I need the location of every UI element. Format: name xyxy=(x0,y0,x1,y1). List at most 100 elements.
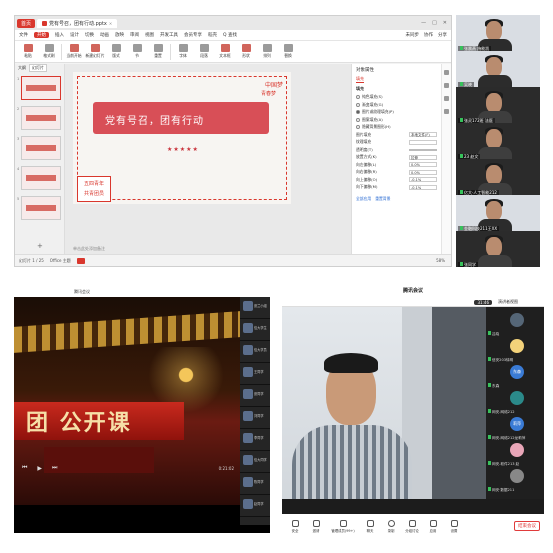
new-slide-button[interactable]: 新建幻灯片 xyxy=(86,44,105,59)
security-button[interactable]: 安全 xyxy=(286,519,304,533)
participant-list-item[interactable]: 李同学 xyxy=(240,429,270,451)
select-icon[interactable] xyxy=(444,70,449,75)
menu-view[interactable]: 视图 xyxy=(145,32,154,38)
participant-item[interactable]: 东森 东森 xyxy=(488,363,542,389)
participant-tile[interactable]: 吴晓 xyxy=(456,51,540,91)
slide-thumbnail[interactable]: 3 xyxy=(17,136,61,160)
tab-outline[interactable]: 大纲 xyxy=(18,65,26,71)
speaker-video[interactable] xyxy=(282,307,486,499)
slide-thumbnail[interactable]: 2 xyxy=(17,106,61,130)
menu-design[interactable]: 设计 xyxy=(70,32,79,38)
apply-all-button[interactable]: 全部应用 xyxy=(356,196,371,202)
participant-item[interactable]: 信安203徐明 xyxy=(488,337,542,363)
prop-field-input[interactable]: 拉伸 xyxy=(409,154,437,160)
font-group[interactable]: 字体 xyxy=(174,44,192,59)
menu-animation[interactable]: 动画 xyxy=(100,32,109,38)
notes-placeholder[interactable]: 单击此处添加备注 xyxy=(73,246,105,252)
prop-field-input[interactable]: -0.1% xyxy=(409,184,437,190)
paste-button[interactable]: 粘贴 xyxy=(19,44,37,59)
replace-button[interactable]: 替换 xyxy=(279,44,297,59)
participant-tile[interactable]: 张灵172班 法医 xyxy=(456,87,540,127)
slide-banner-text[interactable]: 党有号召，团有行动 xyxy=(105,112,204,127)
prop-field-input[interactable]: -0.1% xyxy=(409,177,437,182)
participant-list-item[interactable]: 信大学员 xyxy=(240,341,270,363)
arrange-button[interactable]: 排列 xyxy=(258,44,276,59)
participant-list-item[interactable]: 王同学 xyxy=(240,363,270,385)
tab-fill[interactable]: 填充 xyxy=(356,76,364,83)
participant-tile[interactable]: 23 赵文 xyxy=(456,123,540,163)
zoom-level[interactable]: 58% xyxy=(436,258,451,263)
participant-item[interactable]: 吕晓 xyxy=(488,311,542,337)
menu-insert[interactable]: 插入 xyxy=(55,32,64,38)
add-slide-icon[interactable]: + xyxy=(37,242,43,250)
prop-field-input[interactable] xyxy=(409,139,437,145)
chat-button[interactable]: 聊天 xyxy=(361,519,379,533)
menu-dev-tools[interactable]: 开发工具 xyxy=(160,32,178,38)
slide-thumbnail[interactable]: 5 xyxy=(17,196,61,220)
play-from-current-button[interactable]: 当前开始 xyxy=(65,44,83,59)
record-button[interactable]: 录制 xyxy=(382,519,400,533)
participant-list-item[interactable]: 张兰小组 xyxy=(240,297,270,319)
video-stage[interactable]: 团 公开课 ⏮ ▶ ⏭ 0:21:02 xyxy=(14,297,240,505)
participant-item[interactable]: 网安·数据211 xyxy=(488,467,542,493)
section-button[interactable]: 节 xyxy=(128,44,146,59)
slide-canvas[interactable]: 党有号召，团有行动 中国梦 青春梦 ★★★★★ 五四青年 共青团员 单击此处添加… xyxy=(65,64,351,254)
view-mode-button[interactable]: 演讲者视图 xyxy=(498,299,518,305)
slide-thumbnail[interactable]: 4 xyxy=(17,166,61,190)
participant-tile[interactable]: 亿大·人工智能212 xyxy=(456,159,540,199)
animation-icon[interactable] xyxy=(444,96,449,101)
participant-item[interactable]: 网安-网络212 xyxy=(488,389,542,415)
menu-review[interactable]: 审阅 xyxy=(130,32,139,38)
reset-button[interactable]: 重置 xyxy=(149,44,167,59)
invite-button[interactable]: 邀请 xyxy=(307,519,325,533)
menu-member[interactable]: 会员专享 xyxy=(184,32,202,38)
maximize-icon[interactable]: □ xyxy=(432,20,437,26)
end-meeting-button[interactable]: 结束会议 xyxy=(514,521,540,531)
home-tab[interactable]: 首页 xyxy=(17,18,36,28)
breakout-button[interactable]: 分组讨论 xyxy=(403,519,421,533)
participant-list-item[interactable]: 张同学 xyxy=(240,385,270,407)
document-tab[interactable]: 党有号召，团有行动.pptx ✕ xyxy=(37,18,118,28)
fill-option[interactable]: 纯色填充(S) xyxy=(356,94,437,100)
participant-item[interactable]: 莉萍 网安-网络212龙莉萍 xyxy=(488,415,542,441)
reset-background-button[interactable]: 重置背景 xyxy=(375,196,390,202)
participant-list-item[interactable]: 陈同学 xyxy=(240,473,270,495)
prop-field-input[interactable]: 0.0% xyxy=(409,169,437,175)
fill-option[interactable]: 图案填充(A) xyxy=(356,117,437,123)
apps-button[interactable]: 应用 xyxy=(424,519,442,533)
paragraph-group[interactable]: 段落 xyxy=(195,44,213,59)
prev-icon[interactable]: ⏮ xyxy=(22,464,27,472)
fill-option[interactable]: 图片或纹理填充(P) xyxy=(356,109,437,115)
layout-button[interactable]: 版式 xyxy=(107,44,125,59)
settings-icon[interactable] xyxy=(444,109,449,114)
format-painter-button[interactable]: 格式刷 xyxy=(40,44,58,59)
slideshow-play-icon[interactable] xyxy=(76,257,85,264)
participant-tile[interactable]: 张同学 xyxy=(456,231,540,267)
prop-field-input[interactable]: 0.0% xyxy=(409,162,437,167)
menu-start[interactable]: 开始 xyxy=(34,32,49,38)
hide-background-option[interactable]: 隐藏背景图形(H) xyxy=(356,124,437,130)
participant-item[interactable]: 网安-软件213 赵 xyxy=(488,441,542,467)
close-window-icon[interactable]: ✕ xyxy=(443,20,447,26)
menu-docer[interactable]: 稻壳 xyxy=(208,32,217,38)
transparency-slider[interactable] xyxy=(409,148,437,151)
collaborate-button[interactable]: 协作 xyxy=(424,32,433,38)
sync-status[interactable]: 未同步 xyxy=(406,32,420,38)
minimize-icon[interactable]: — xyxy=(421,20,426,26)
next-icon[interactable]: ⏭ xyxy=(52,464,57,472)
participant-list-item[interactable]: 信大学生 xyxy=(240,319,270,341)
menu-slideshow[interactable]: 放映 xyxy=(115,32,124,38)
close-tab-icon[interactable]: ✕ xyxy=(109,21,112,26)
prop-field-input[interactable]: 本地文件(F) xyxy=(409,132,437,137)
participant-tile[interactable]: 张晨燕 施能凯 xyxy=(456,15,540,55)
textbox-button[interactable]: 文本框 xyxy=(216,44,234,59)
share-button[interactable]: 分享 xyxy=(438,32,447,38)
participant-list-item[interactable]: 刘同学 xyxy=(240,407,270,429)
participant-list-item[interactable]: 信大同学 xyxy=(240,451,270,473)
participant-list-item[interactable]: 赵同学 xyxy=(240,495,270,517)
settings-button[interactable]: 设置 xyxy=(445,519,463,533)
menu-search[interactable]: Q 查找 xyxy=(223,32,237,38)
manage-members-button[interactable]: 管理成员(99+) xyxy=(328,519,358,533)
slide[interactable]: 党有号召，团有行动 中国梦 青春梦 ★★★★★ 五四青年 共青团员 xyxy=(73,72,291,204)
play-icon[interactable]: ▶ xyxy=(37,465,42,472)
